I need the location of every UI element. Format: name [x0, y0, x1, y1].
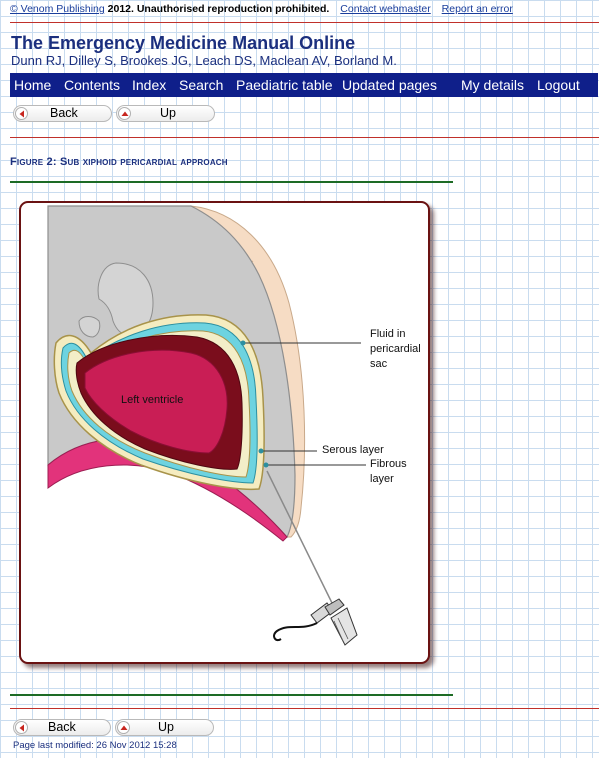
- divider-top: [10, 22, 599, 23]
- green-rule-bottom: [10, 694, 453, 696]
- left-ventricle-label: Left ventricle: [121, 394, 183, 406]
- fluid-label-line3: sac: [370, 358, 388, 370]
- pericardial-diagram: Left ventricle Fluid in pericardial sac …: [47, 205, 421, 646]
- back-button-top[interactable]: Back: [13, 105, 112, 122]
- up-button-top[interactable]: Up: [116, 105, 215, 122]
- up-arrow-icon: [117, 721, 130, 734]
- figure-frame: Left ventricle Fluid in pericardial sac …: [19, 201, 430, 664]
- nav-paediatric-table[interactable]: Paediatric table: [236, 77, 333, 93]
- fibrous-pointer-dot: [263, 462, 269, 468]
- copyright-bar: © Venom Publishing 2012. Unauthorised re…: [10, 3, 513, 15]
- back-button-bottom[interactable]: Back: [13, 719, 111, 736]
- back-arrow-icon: [15, 721, 28, 734]
- nav-updated-pages[interactable]: Updated pages: [342, 77, 437, 93]
- copyright-text: 2012. Unauthorised reproduction prohibit…: [107, 3, 330, 15]
- fluid-label-line1: Fluid in: [370, 328, 405, 340]
- nav-index[interactable]: Index: [132, 77, 166, 93]
- up-arrow-icon: [118, 107, 131, 120]
- up-button-label: Up: [158, 720, 174, 734]
- divider-upper: [10, 137, 599, 138]
- syringe-icon: [273, 598, 358, 646]
- serous-pointer-dot: [258, 448, 264, 454]
- up-button-bottom[interactable]: Up: [115, 719, 214, 736]
- back-button-label: Back: [48, 720, 76, 734]
- nav-logout[interactable]: Logout: [537, 77, 580, 93]
- nav-search[interactable]: Search: [179, 77, 223, 93]
- nav-contents[interactable]: Contents: [64, 77, 120, 93]
- back-button-label: Back: [50, 106, 78, 120]
- authors: Dunn RJ, Dilley S, Brookes JG, Leach DS,…: [11, 53, 397, 68]
- nav-home[interactable]: Home: [14, 77, 51, 93]
- nav-my-details[interactable]: My details: [461, 77, 524, 93]
- serous-label: Serous layer: [322, 444, 384, 456]
- report-error-link[interactable]: Report an error: [442, 3, 513, 15]
- back-arrow-icon: [15, 107, 28, 120]
- figure-caption: Figure 2: Sub xiphoid pericardial approa…: [10, 156, 228, 168]
- last-modified: Page last modified: 26 Nov 2012 15:28: [13, 740, 177, 751]
- fluid-label-line2: pericardial: [370, 343, 421, 355]
- main-nav: Home Contents Index Search Paediatric ta…: [10, 73, 598, 97]
- copyright-link[interactable]: © Venom Publishing: [10, 3, 105, 15]
- up-button-label: Up: [160, 106, 176, 120]
- green-rule-top: [10, 181, 453, 183]
- contact-webmaster-link[interactable]: Contact webmaster: [340, 3, 430, 15]
- page-title: The Emergency Medicine Manual Online: [11, 33, 356, 53]
- fibrous-label-line1: Fibrous: [370, 458, 407, 470]
- fluid-pointer-dot: [240, 340, 246, 346]
- divider-lower: [10, 708, 599, 709]
- fibrous-label-line2: layer: [370, 473, 394, 485]
